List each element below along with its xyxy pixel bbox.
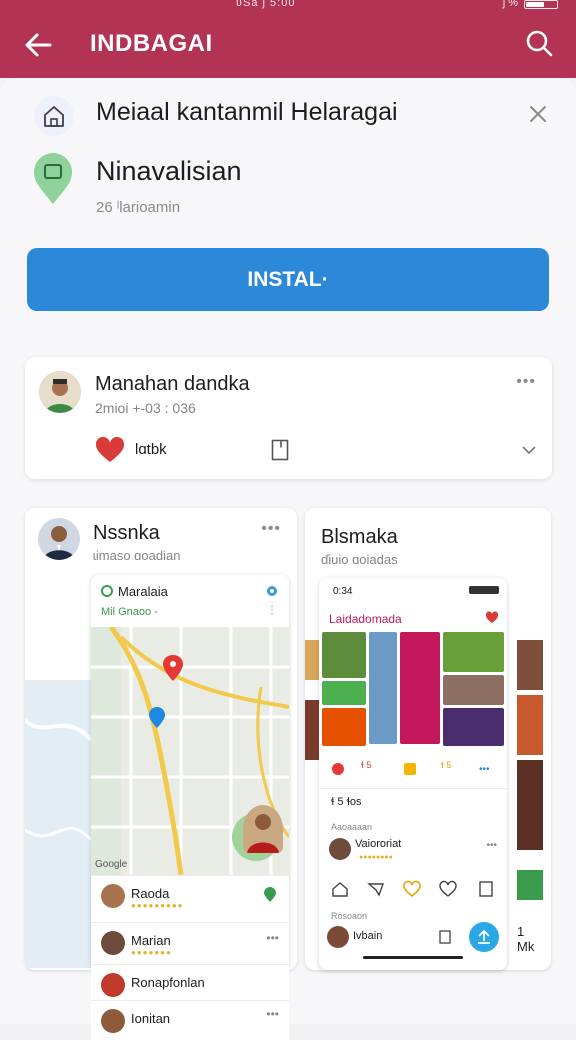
home-indicator xyxy=(363,956,463,959)
heart-icon[interactable] xyxy=(331,762,345,776)
avatar[interactable] xyxy=(38,518,80,560)
map-app-title: Maralaia xyxy=(118,584,168,599)
comment-author[interactable]: Vaiororiat xyxy=(355,838,401,850)
more-options-icon[interactable]: ••• xyxy=(266,931,279,945)
avatar xyxy=(101,973,125,997)
more-icon[interactable]: ⋮ xyxy=(267,605,277,616)
heart-icon[interactable] xyxy=(485,611,499,624)
gallery-photo[interactable] xyxy=(400,632,440,744)
app-logo-icon xyxy=(101,585,113,597)
battery-text: ʃ % xyxy=(502,0,518,9)
post-card-1: Manahan dandka 2mioi +-03 : 036 ••• lɑtb… xyxy=(25,357,552,479)
avatar xyxy=(101,931,125,955)
gallery-photo[interactable] xyxy=(443,675,504,705)
status-icons: ʃ % xyxy=(503,0,558,9)
avatar[interactable] xyxy=(327,926,349,948)
avatar xyxy=(101,884,125,908)
bottom-author[interactable]: Ivbain xyxy=(353,930,382,942)
divider xyxy=(319,788,507,789)
gallery-title: Laidadomada xyxy=(329,612,402,626)
avatar[interactable] xyxy=(329,838,351,860)
map-avatar[interactable] xyxy=(243,805,283,853)
chevron-down-icon[interactable] xyxy=(522,445,536,455)
saves-count: ɬ 5 xyxy=(441,760,452,770)
next-screenshot-strip: 1 Mk xyxy=(515,580,545,960)
app-subtitle: Ninavalisian xyxy=(96,156,242,186)
app-bar: INDBAGAI xyxy=(0,14,576,78)
more-options-icon[interactable]: ••• xyxy=(516,373,536,391)
close-icon[interactable] xyxy=(528,104,548,124)
count-label: 1 Mk xyxy=(517,924,535,954)
home-icon xyxy=(34,96,74,136)
map-pin-icon xyxy=(34,153,72,204)
app-title: INDBAGAI xyxy=(90,30,213,57)
location-icon[interactable] xyxy=(263,887,277,903)
map-background xyxy=(25,680,91,968)
list-item[interactable]: Raoda ●●●●●●●●● xyxy=(91,875,289,915)
rating-stars: ●●●●●●●●● xyxy=(131,901,184,910)
counts-line: ɬ 5 ɬos xyxy=(331,796,362,808)
home-icon[interactable] xyxy=(331,880,349,898)
list-item-label: Raoda xyxy=(131,886,170,901)
list-item[interactable]: Ionitan ••• xyxy=(91,1000,289,1040)
gallery-photo[interactable] xyxy=(443,632,504,672)
gallery-photo[interactable] xyxy=(322,708,366,746)
list-item-label: Ronapfonlan xyxy=(131,975,205,990)
gallery-photo[interactable] xyxy=(443,708,504,746)
bookmark-icon[interactable] xyxy=(271,439,289,461)
search-icon[interactable] xyxy=(524,28,554,58)
install-button[interactable]: INSTAL· xyxy=(27,248,549,311)
page-title: Meiaal kantanmil Helaragai xyxy=(96,98,398,126)
list-item[interactable]: Marian ●●●●●●● ••• xyxy=(91,922,289,962)
avatar[interactable] xyxy=(39,371,81,413)
gallery-photo[interactable] xyxy=(322,632,366,678)
document-icon[interactable] xyxy=(439,930,451,944)
post-author[interactable]: Nssnka xyxy=(93,522,160,545)
list-item-label: Marian xyxy=(131,933,171,948)
heart-outline-icon[interactable] xyxy=(439,880,457,898)
post-author[interactable]: Manahan dandka xyxy=(95,373,250,396)
google-watermark: Google xyxy=(95,859,128,870)
back-arrow-icon[interactable] xyxy=(22,28,56,62)
post-subtitle: ɩimaso ɑoadian xyxy=(93,548,181,563)
gallery-photo[interactable] xyxy=(369,632,397,744)
settings-icon[interactable] xyxy=(265,584,279,598)
send-icon[interactable] xyxy=(367,880,385,898)
more-options-icon[interactable]: ••• xyxy=(261,520,281,538)
more-options-icon[interactable]: ••• xyxy=(486,840,497,851)
heart-icon[interactable] xyxy=(95,437,125,463)
section-label: Rosoaon xyxy=(331,911,368,921)
section-label: Aaoaaaan xyxy=(331,822,373,832)
rating-stars: ●●●●●●● xyxy=(131,948,172,957)
status-time: ʋSa ʃ 5:00 xyxy=(236,0,296,9)
app-meta: 26 ˡlarioamin xyxy=(96,199,181,216)
heart-outline-icon[interactable] xyxy=(403,880,421,898)
post-subtitle: ɗiuio ɑoiadas xyxy=(321,552,398,567)
fab-button[interactable] xyxy=(469,922,499,952)
phone-time: 0:34 xyxy=(333,586,353,597)
gallery-photo[interactable] xyxy=(322,681,366,705)
bookmark-icon[interactable] xyxy=(477,880,495,898)
post-author[interactable]: Blsmaka xyxy=(321,526,398,549)
list-item[interactable]: Ronapfonlan xyxy=(91,964,289,1004)
rating-stars: ●●●●●●●● xyxy=(359,854,393,861)
more-options-icon[interactable]: ••• xyxy=(479,764,490,775)
battery-icon xyxy=(524,0,558,9)
save-icon[interactable] xyxy=(403,762,417,776)
avatar xyxy=(101,1009,125,1033)
like-label[interactable]: lɑtbk xyxy=(135,441,167,458)
post-time: 2mioi +-03 : 036 xyxy=(95,400,196,416)
likes-count: ɬ 5 xyxy=(361,760,372,770)
more-options-icon[interactable]: ••• xyxy=(266,1007,279,1021)
gallery-app-screenshot[interactable]: 0:34 Laidadomada ɬ 5 ɬ 5 ••• ɬ 5 ɬos Aao… xyxy=(319,578,507,970)
battery-icon xyxy=(469,586,499,594)
upload-icon xyxy=(478,929,490,944)
map-app-screenshot[interactable]: Maralaia Mil Gnaoo - ⋮ Google Raoda ●●●●… xyxy=(91,575,289,970)
map-app-subtitle: Mil Gnaoo - xyxy=(101,606,158,618)
prev-screenshot-strip xyxy=(305,610,319,830)
status-bar: ʋSa ʃ 5:00 ʃ % xyxy=(0,0,576,14)
